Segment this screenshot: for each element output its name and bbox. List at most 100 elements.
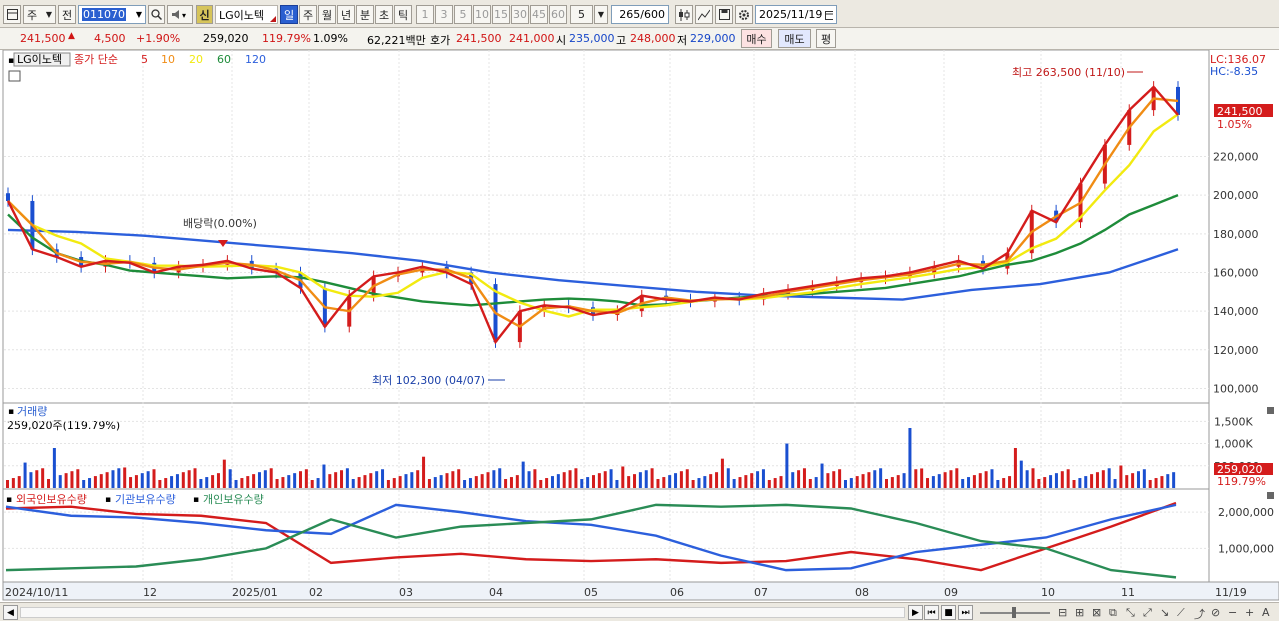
volume-bar — [1125, 475, 1129, 488]
holdings-tick-label: 2,000,000 — [1218, 506, 1274, 519]
scroll-right-icon[interactable]: ▶ — [908, 605, 923, 620]
holdings-pane[interactable] — [2, 488, 1210, 583]
volume-bar — [76, 469, 80, 488]
font-icon[interactable]: A — [1262, 606, 1270, 619]
stop-icon[interactable]: ■ — [941, 605, 956, 620]
scrollbar-track[interactable] — [20, 607, 905, 618]
chart-canvas[interactable]: 100,000 120,000 140,000 160,000 180,000 200,0… — [0, 49, 1279, 603]
date-label: 2025/01 — [232, 586, 278, 599]
volume-bar — [1084, 476, 1088, 488]
minute-button-0[interactable]: 1 — [416, 5, 434, 24]
layout-icon[interactable] — [3, 5, 21, 24]
volume-bar — [211, 475, 215, 488]
chart-area[interactable]: 100,000 120,000 140,000 160,000 180,000 200,0… — [0, 49, 1279, 603]
tool-d-icon[interactable]: ⧉ — [1109, 606, 1117, 620]
date-label: 09 — [944, 586, 958, 599]
line-tool-icon[interactable] — [695, 5, 713, 24]
minute-button-2[interactable]: 5 — [454, 5, 472, 24]
volume-bar — [820, 463, 824, 488]
pane-close-icon[interactable] — [1267, 407, 1274, 414]
tool-c-icon[interactable]: ⊠ — [1092, 606, 1101, 619]
buy-button[interactable]: 매수 — [741, 29, 772, 48]
tool-b-icon[interactable]: ⊞ — [1075, 606, 1084, 619]
minute-button-6[interactable]: 45 — [530, 5, 548, 24]
search-icon[interactable] — [148, 5, 165, 24]
period-select-label: 주 — [27, 8, 38, 22]
period-button-5[interactable]: 초 — [375, 5, 393, 24]
stock-tag[interactable]: 신 — [196, 5, 213, 24]
volume-bar — [70, 471, 74, 488]
grid-toggle-icon[interactable] — [8, 70, 21, 82]
volume-bar — [978, 473, 982, 488]
code-input[interactable]: 011070 ▼ — [78, 5, 146, 24]
save-icon[interactable] — [715, 5, 733, 24]
date-label: 03 — [399, 586, 413, 599]
price-tick-label: 160,000 — [1213, 266, 1259, 279]
tool-i-icon[interactable]: ⤴ — [1194, 606, 1205, 621]
chevron-down-icon[interactable]: ▼ — [594, 5, 608, 24]
volume-bar — [890, 477, 894, 488]
first-page-icon[interactable]: ⏮ — [924, 605, 939, 620]
volume-bar — [802, 468, 806, 488]
volume-bar — [1072, 480, 1076, 488]
volume-bar — [504, 479, 508, 488]
gear-icon[interactable] — [735, 5, 753, 24]
zoom-thumb[interactable] — [1012, 607, 1016, 618]
minute-button-4[interactable]: 15 — [492, 5, 510, 24]
scroll-left-icon[interactable]: ◀ — [3, 605, 18, 620]
holdings-legend-0: 외국인보유수량 — [16, 493, 87, 506]
volume-bar — [328, 474, 332, 488]
candle-icon[interactable] — [675, 5, 693, 24]
period-button-3[interactable]: 년 — [337, 5, 355, 24]
tool-a-icon[interactable]: ⊟ — [1058, 606, 1067, 619]
volume-bar — [451, 471, 455, 488]
max-annotation: 최고 263,500 (11/10) — [1012, 66, 1125, 79]
volume-bar — [351, 479, 355, 488]
tool-g-icon[interactable]: ↘ — [1160, 606, 1169, 619]
prev-button[interactable]: 전 — [58, 5, 76, 24]
volume-bar — [674, 473, 678, 488]
minute-button-1[interactable]: 3 — [435, 5, 453, 24]
volume-bar — [334, 472, 338, 488]
period-button-2[interactable]: 월 — [318, 5, 336, 24]
volume-bar — [996, 480, 1000, 488]
volume-bar — [480, 474, 484, 488]
period-button-1[interactable]: 주 — [299, 5, 317, 24]
tool-h-icon[interactable]: ⟋ — [1177, 606, 1185, 620]
minute-button-3[interactable]: 10 — [473, 5, 491, 24]
eval-button[interactable]: 평 — [816, 29, 836, 48]
period-select[interactable]: 주 ▼ — [23, 5, 56, 24]
volume-bar — [134, 475, 138, 488]
tool-j-icon[interactable]: ⊘ — [1211, 606, 1220, 619]
low-price: 229,000 — [690, 32, 736, 45]
last-page-icon[interactable]: ⏭ — [958, 605, 973, 620]
volume-bar — [58, 475, 62, 488]
zoom-in-icon[interactable]: + — [1245, 606, 1254, 619]
period-button-6[interactable]: 틱 — [394, 5, 412, 24]
minute-button-7[interactable]: 60 — [549, 5, 567, 24]
tool-e-icon[interactable]: ⤡ — [1126, 606, 1135, 620]
volume-bar — [175, 474, 179, 488]
zoom-out-icon[interactable]: − — [1228, 606, 1237, 619]
count-select[interactable]: 5 — [570, 5, 593, 24]
volume-bar — [88, 478, 92, 488]
count-field[interactable]: 265 /600 — [611, 5, 669, 24]
period-button-4[interactable]: 분 — [356, 5, 374, 24]
volume-bar — [814, 477, 818, 488]
pane-close-icon[interactable] — [1267, 492, 1274, 499]
calendar-icon[interactable] — [825, 10, 833, 20]
volume-bar — [369, 473, 373, 488]
tool-f-icon[interactable]: ⤢ — [1143, 606, 1152, 620]
volume-bar — [1119, 465, 1123, 488]
volume-bar — [943, 472, 947, 488]
svg-text:▾: ▾ — [182, 11, 186, 20]
sound-icon[interactable]: ▾ — [167, 5, 193, 24]
period-button-0[interactable]: 일 — [280, 5, 298, 24]
stock-name[interactable]: LG이노텍 — [215, 5, 278, 24]
volume-bar — [832, 471, 836, 488]
date-input[interactable]: 2025/11/19 — [755, 5, 837, 24]
minute-button-5[interactable]: 30 — [511, 5, 529, 24]
volume-bar — [293, 473, 297, 488]
volume-bar — [170, 476, 174, 488]
sell-button[interactable]: 매도 — [778, 29, 811, 48]
